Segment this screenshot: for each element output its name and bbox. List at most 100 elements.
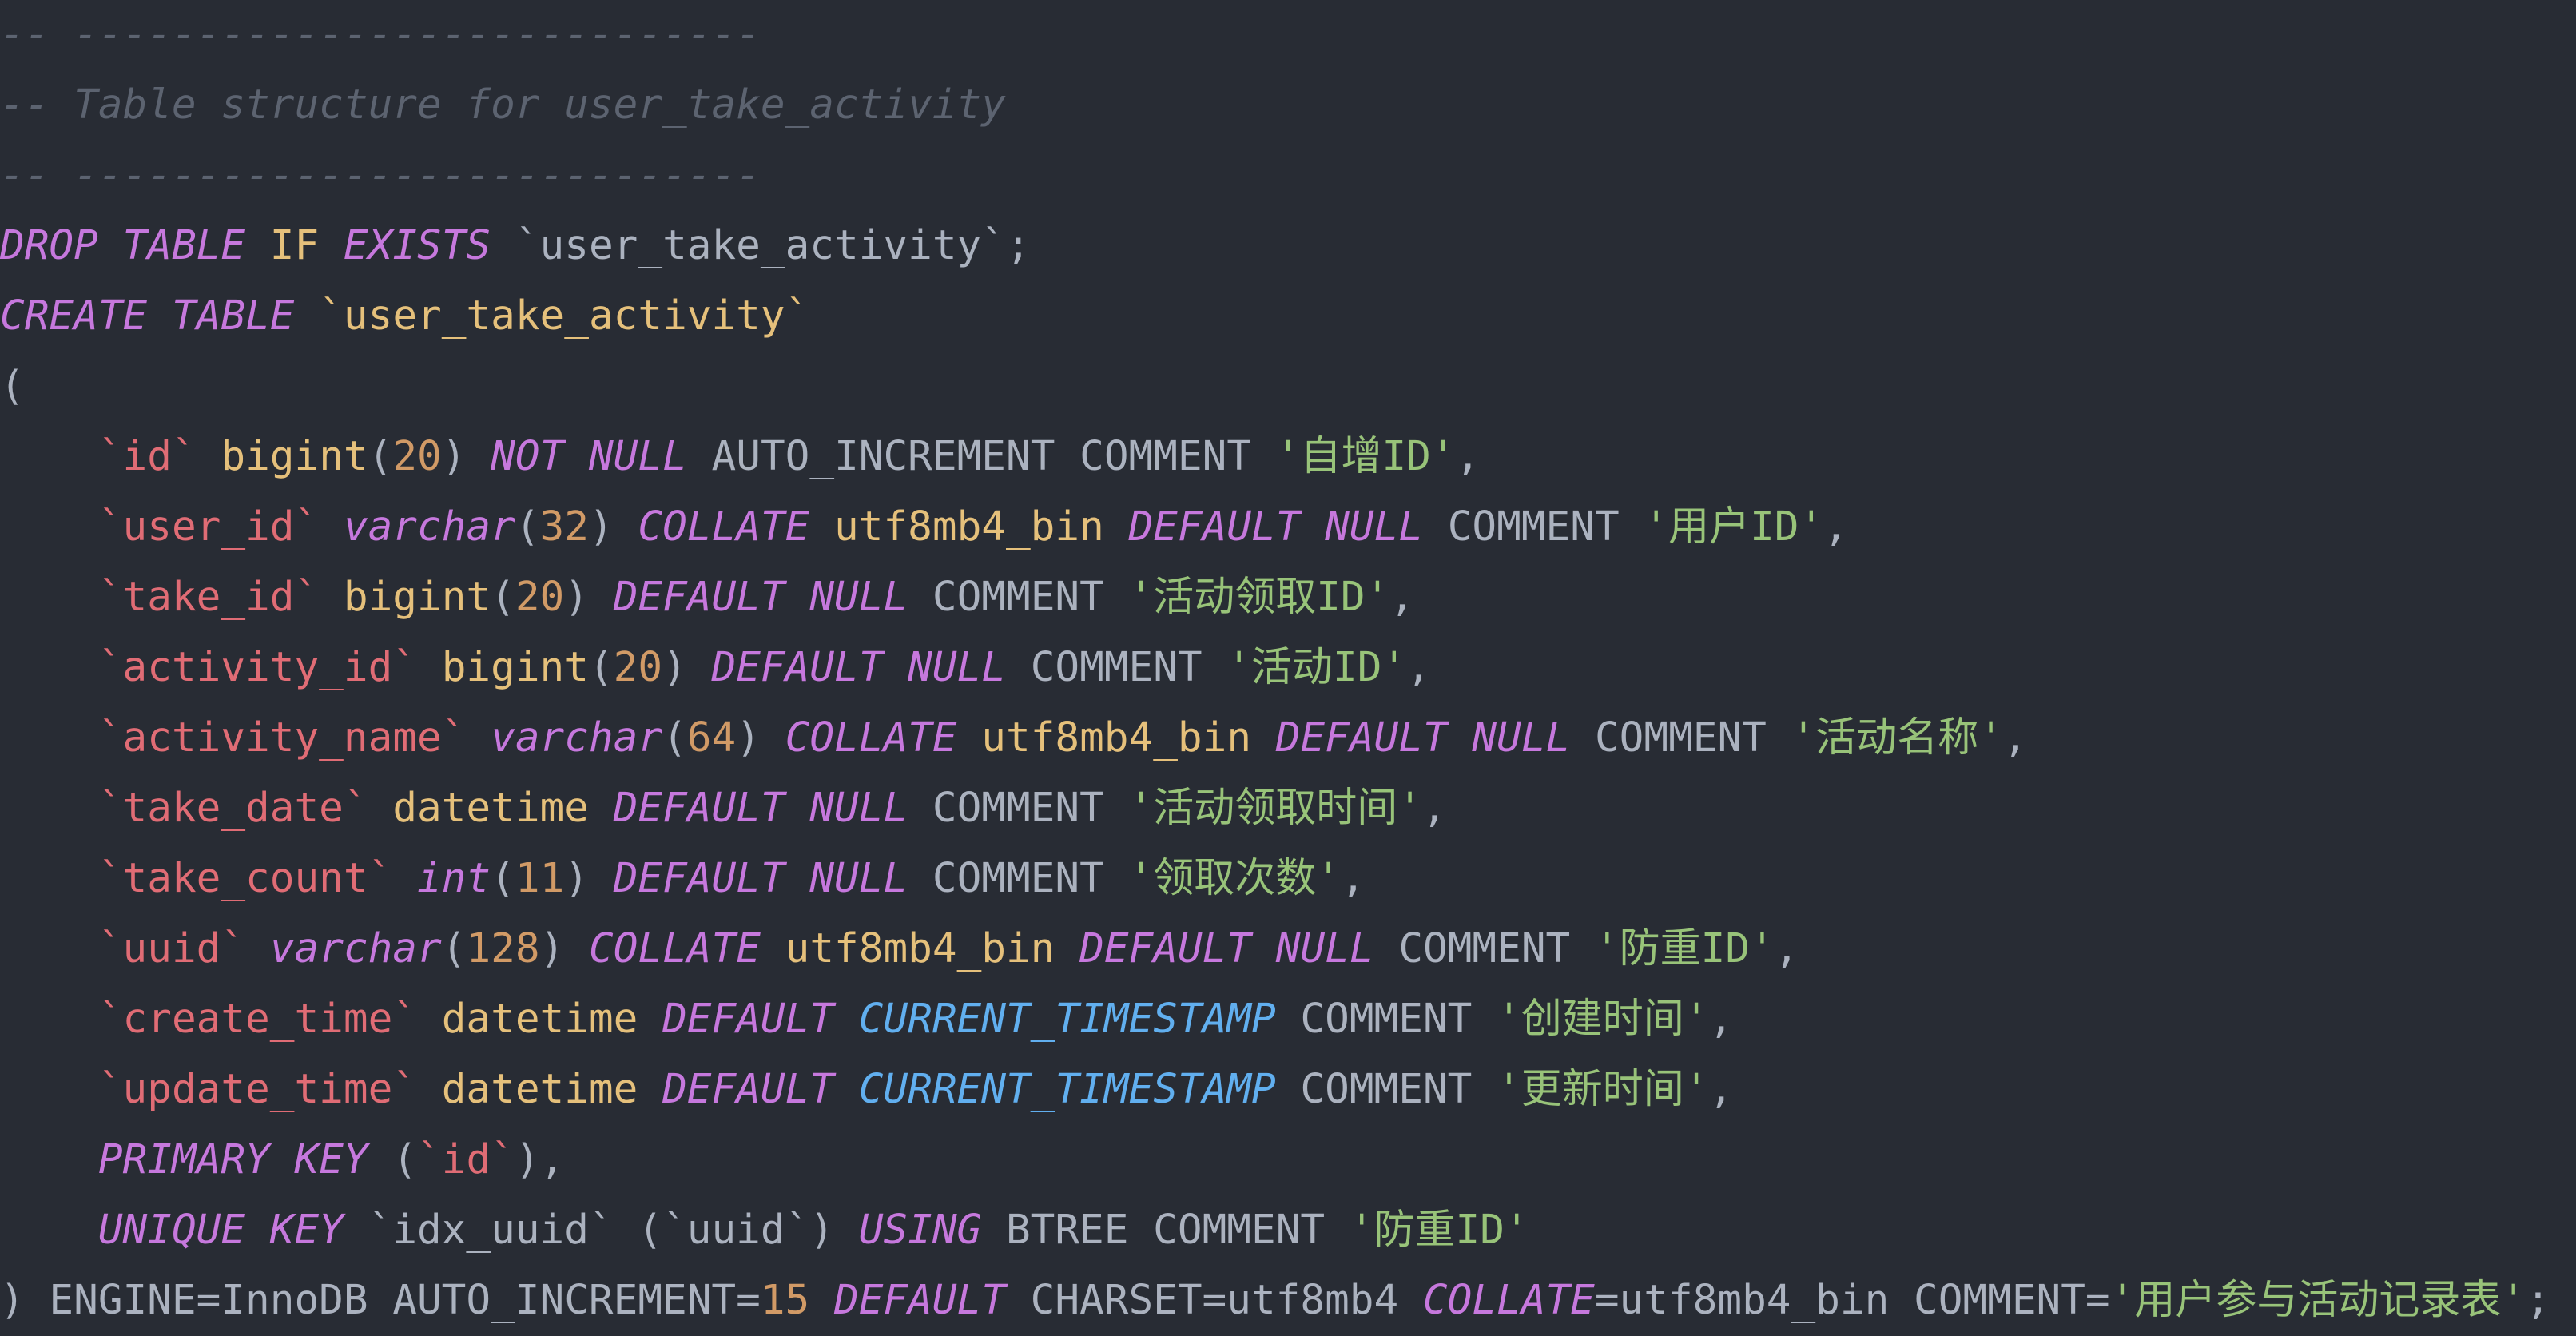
- code-token: DEFAULT: [613, 574, 785, 621]
- code-token: ),: [515, 1136, 565, 1183]
- code-token: TABLE: [122, 222, 246, 269]
- code-token: datetime: [441, 996, 638, 1043]
- code-token: `user_id`: [97, 503, 320, 551]
- code-token: `user_take_activity`;: [491, 222, 1031, 269]
- code-token: COMMENT: [908, 574, 1129, 621]
- code-token: -- ----------------------------: [0, 11, 761, 58]
- code-token: DEFAULT: [1128, 503, 1301, 551]
- code-token: COLLATE: [588, 925, 761, 972]
- code-token: '活动领取时间': [1128, 785, 1422, 832]
- code-token: EXISTS: [343, 222, 491, 269]
- code-token: COMMENT: [1423, 503, 1644, 551]
- code-token: 11: [515, 855, 565, 902]
- code-token: DEFAULT: [662, 1066, 835, 1113]
- code-line[interactable]: CREATE TABLE `user_take_activity`: [0, 281, 809, 352]
- code-token: bigint: [343, 574, 491, 621]
- code-token: '领取次数': [1128, 855, 1341, 902]
- code-token: (: [588, 644, 614, 691]
- code-token: `idx_uuid` (`uuid`): [343, 1207, 859, 1254]
- code-token: DEFAULT: [613, 855, 785, 902]
- code-token: TABLE: [171, 292, 295, 340]
- code-token: bigint: [221, 433, 368, 480]
- code-token: (: [368, 433, 393, 480]
- code-token: COMMENT: [1570, 714, 1791, 761]
- code-line[interactable]: -- Table structure for user_take_activit…: [0, 70, 1006, 141]
- code-line[interactable]: -- ----------------------------: [0, 0, 761, 70]
- code-token: ,: [1340, 855, 1366, 902]
- code-token: `activity_name`: [97, 714, 467, 761]
- code-line[interactable]: `take_id` bigint(20) DEFAULT NULL COMMEN…: [0, 563, 1414, 633]
- code-token: ): [441, 433, 491, 480]
- code-token: ): [564, 855, 614, 902]
- code-token: int: [417, 855, 491, 902]
- code-token: varchar: [491, 714, 663, 761]
- code-line[interactable]: `activity_name` varchar(64) COLLATE utf8…: [0, 703, 2028, 773]
- code-line[interactable]: `uuid` varchar(128) COLLATE utf8mb4_bin …: [0, 914, 1799, 984]
- code-line[interactable]: -- ----------------------------: [0, 141, 761, 211]
- code-token: CREATE: [0, 292, 148, 340]
- code-token: 128: [466, 925, 540, 972]
- code-token: ) ENGINE=InnoDB AUTO_INCREMENT=: [0, 1277, 761, 1324]
- code-token: `create_time`: [97, 996, 417, 1043]
- code-token: 20: [392, 433, 442, 480]
- code-token: ): [539, 925, 589, 972]
- code-token: ;: [2526, 1277, 2550, 1324]
- code-line[interactable]: `take_count` int(11) DEFAULT NULL COMMEN…: [0, 844, 1366, 914]
- code-token: ,: [1406, 644, 1431, 691]
- code-line[interactable]: PRIMARY KEY (`id`),: [0, 1125, 564, 1195]
- code-token: '用户参与活动记录表': [2109, 1277, 2526, 1324]
- code-line[interactable]: (: [0, 352, 25, 422]
- code-token: `take_count`: [97, 855, 393, 902]
- code-token: COMMENT: [1275, 1066, 1497, 1113]
- code-token: bigint: [441, 644, 589, 691]
- code-editor[interactable]: -- ---------------------------- -- Table …: [0, 0, 2576, 1336]
- code-token: IF: [245, 222, 344, 269]
- code-token: KEY: [294, 1136, 368, 1183]
- code-token: DEFAULT: [1275, 714, 1448, 761]
- code-token: KEY: [269, 1207, 344, 1254]
- code-token: ): [588, 503, 638, 551]
- code-token: COMMENT: [908, 855, 1129, 902]
- code-token: ): [662, 644, 712, 691]
- code-line[interactable]: `update_time` datetime DEFAULT CURRENT_T…: [0, 1055, 1733, 1125]
- code-token: `uuid`: [97, 925, 246, 972]
- code-line[interactable]: `id` bigint(20) NOT NULL AUTO_INCREMENT …: [0, 422, 1480, 492]
- code-token: COLLATE: [638, 503, 810, 551]
- code-line[interactable]: `user_id` varchar(32) COLLATE utf8mb4_bi…: [0, 492, 1848, 563]
- code-line[interactable]: `take_date` datetime DEFAULT NULL COMMEN…: [0, 773, 1447, 844]
- code-token: ,: [1389, 574, 1415, 621]
- code-line[interactable]: ) ENGINE=InnoDB AUTO_INCREMENT=15 DEFAUL…: [0, 1266, 2550, 1336]
- code-line[interactable]: DROP TABLE IF EXISTS `user_take_activity…: [0, 211, 1031, 281]
- code-line[interactable]: UNIQUE KEY `idx_uuid` (`uuid`) USING BTR…: [0, 1195, 1529, 1266]
- code-token: 64: [686, 714, 737, 761]
- code-token: CHARSET=utf8mb4: [1005, 1277, 1423, 1324]
- code-token: NULL: [589, 433, 687, 480]
- code-token: DEFAULT: [662, 996, 835, 1043]
- code-token: NULL: [1472, 714, 1571, 761]
- code-line[interactable]: `activity_id` bigint(20) DEFAULT NULL CO…: [0, 633, 1431, 703]
- code-token: COLLATE: [785, 714, 957, 761]
- code-token: PRIMARY: [97, 1136, 270, 1183]
- code-token: `take_date`: [97, 785, 368, 832]
- code-token: '防重ID': [1594, 925, 1775, 972]
- code-line[interactable]: `create_time` datetime DEFAULT CURRENT_T…: [0, 984, 1733, 1055]
